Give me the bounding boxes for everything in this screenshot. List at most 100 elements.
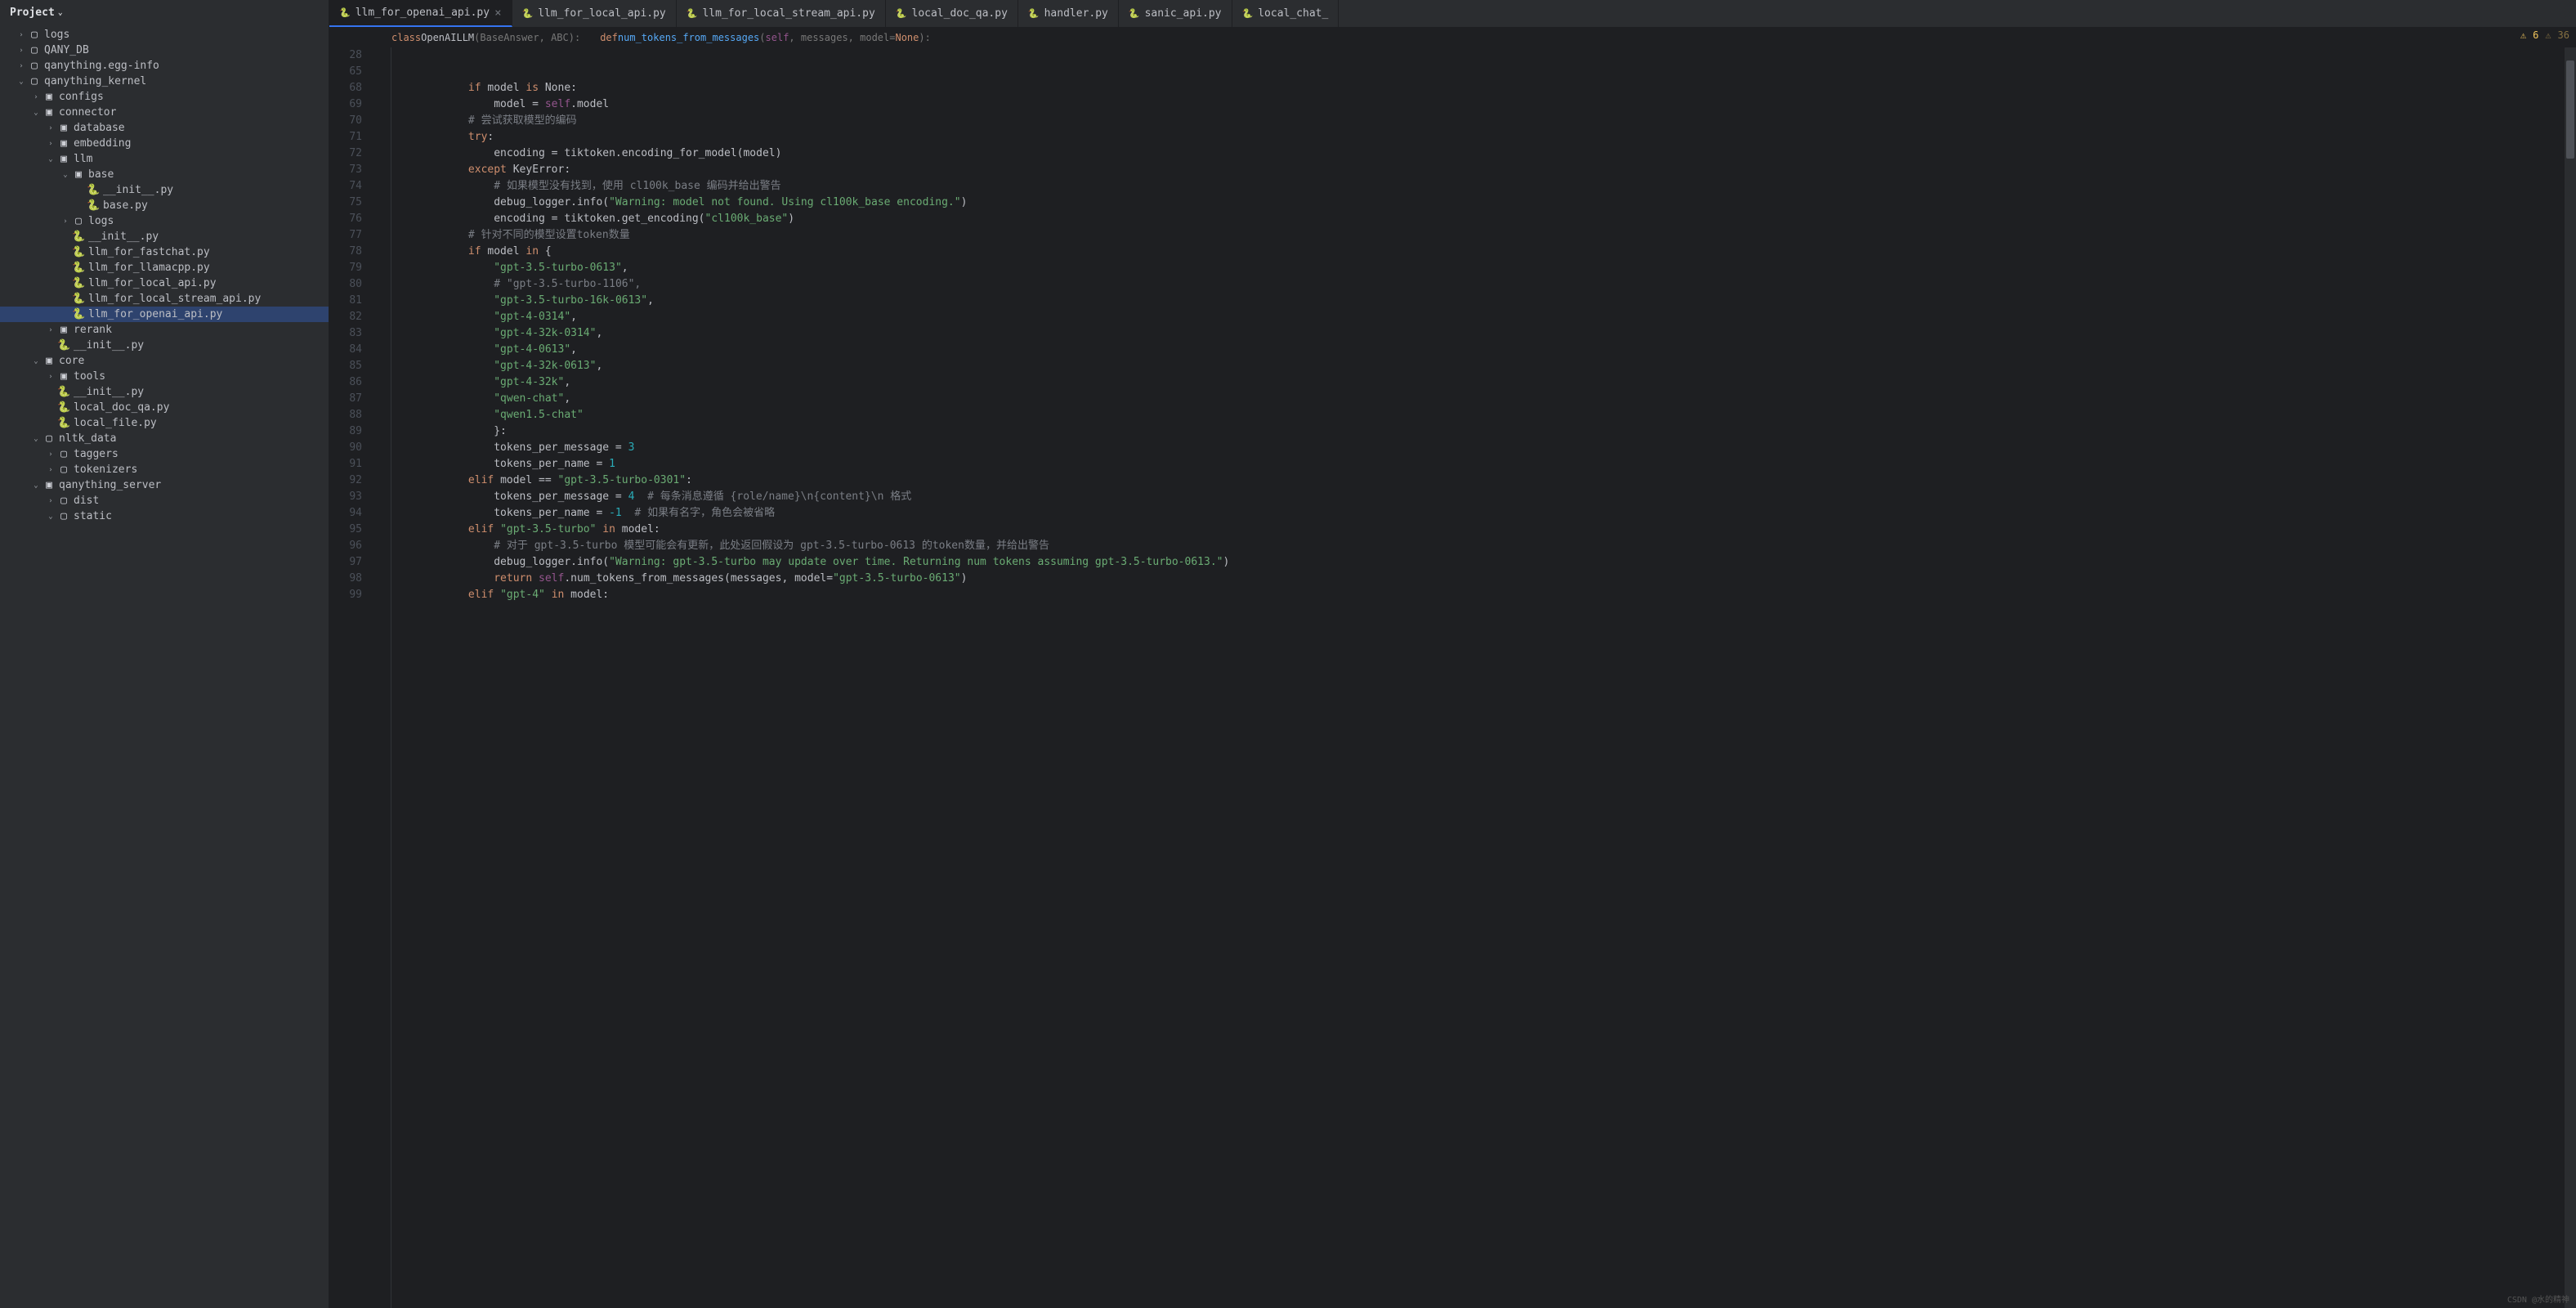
code-line[interactable]: # 针对不同的模型设置token数量 (391, 227, 2565, 244)
sidebar-header[interactable]: Project ⌄ (0, 0, 329, 25)
tab-llm_for_local_stream_api-py[interactable]: 🐍llm_for_local_stream_api.py (677, 0, 886, 27)
fold-column[interactable] (375, 28, 391, 1308)
tree-item-logs[interactable]: ›▢logs (0, 27, 329, 43)
code-line[interactable]: return self.num_tokens_from_messages(mes… (391, 571, 2565, 587)
tree-item-llm[interactable]: ⌄▣llm (0, 151, 329, 167)
tree-item-tools[interactable]: ›▣tools (0, 369, 329, 384)
code-line[interactable]: debug_logger.info("Warning: model not fo… (391, 195, 2565, 211)
tree-item-core[interactable]: ⌄▣core (0, 353, 329, 369)
chevron-down-icon[interactable]: ⌄ (29, 109, 42, 117)
code-line[interactable]: "qwen-chat", (391, 391, 2565, 407)
code-line[interactable]: "gpt-3.5-turbo-0613", (391, 260, 2565, 276)
code-line[interactable]: # 对于 gpt-3.5-turbo 模型可能会有更新，此处返回假设为 gpt-… (391, 538, 2565, 554)
code-line[interactable]: debug_logger.info("Warning: gpt-3.5-turb… (391, 554, 2565, 571)
close-icon[interactable]: × (494, 7, 501, 20)
tab-local_doc_qa-py[interactable]: 🐍local_doc_qa.py (886, 0, 1018, 27)
chevron-right-icon[interactable]: › (15, 62, 28, 70)
tree-item-llm_for_local_api-py[interactable]: 🐍llm_for_local_api.py (0, 275, 329, 291)
tree-item-llm_for_llamacpp-py[interactable]: 🐍llm_for_llamacpp.py (0, 260, 329, 275)
code-line[interactable]: model = self.model (391, 96, 2565, 113)
scrollbar-thumb[interactable] (2566, 60, 2574, 159)
code-line[interactable]: "gpt-4-32k-0314", (391, 325, 2565, 342)
tree-item-qanything_kernel[interactable]: ⌄▢qanything_kernel (0, 74, 329, 89)
code-line[interactable] (391, 64, 2565, 80)
code-line[interactable] (391, 47, 2565, 64)
chevron-down-icon[interactable]: ⌄ (15, 78, 28, 86)
tree-item-tokenizers[interactable]: ›▢tokenizers (0, 462, 329, 477)
chevron-down-icon[interactable]: ⌄ (44, 155, 57, 164)
tab-handler-py[interactable]: 🐍handler.py (1018, 0, 1119, 27)
code-line[interactable]: # 尝试获取模型的编码 (391, 113, 2565, 129)
tree-item-__init__-py[interactable]: 🐍__init__.py (0, 384, 329, 400)
chevron-down-icon[interactable]: ⌄ (29, 435, 42, 443)
tree-item-taggers[interactable]: ›▢taggers (0, 446, 329, 462)
code-line[interactable]: if model is None: (391, 80, 2565, 96)
chevron-right-icon[interactable]: › (44, 124, 57, 132)
tree-item-llm_for_openai_api-py[interactable]: 🐍llm_for_openai_api.py (0, 307, 329, 322)
tree-item-base-py[interactable]: 🐍base.py (0, 198, 329, 213)
tab-llm_for_local_api-py[interactable]: 🐍llm_for_local_api.py (512, 0, 677, 27)
tree-item-connector[interactable]: ⌄▣connector (0, 105, 329, 120)
code-line[interactable]: "gpt-4-0314", (391, 309, 2565, 325)
chevron-right-icon[interactable]: › (44, 326, 57, 334)
tree-item-__init__-py[interactable]: 🐍__init__.py (0, 182, 329, 198)
tree-item-nltk_data[interactable]: ⌄▢nltk_data (0, 431, 329, 446)
code-line[interactable]: # 如果模型没有找到，使用 cl100k_base 编码并给出警告 (391, 178, 2565, 195)
editor-tabs[interactable]: 🐍llm_for_openai_api.py×🐍llm_for_local_ap… (329, 0, 2576, 28)
code-line[interactable]: }: (391, 423, 2565, 440)
tree-item-dist[interactable]: ›▢dist (0, 493, 329, 508)
code-line[interactable]: "gpt-4-0613", (391, 342, 2565, 358)
chevron-right-icon[interactable]: › (44, 140, 57, 148)
code-line[interactable]: elif "gpt-3.5-turbo" in model: (391, 522, 2565, 538)
tree-item-base[interactable]: ⌄▣base (0, 167, 329, 182)
editor-scrollbar[interactable] (2565, 28, 2576, 1308)
tree-item-__init__-py[interactable]: 🐍__init__.py (0, 338, 329, 353)
chevron-right-icon[interactable]: › (29, 93, 42, 101)
chevron-down-icon[interactable]: ⌄ (29, 482, 42, 490)
tree-item-logs[interactable]: ›▢logs (0, 213, 329, 229)
code-line[interactable]: tokens_per_message = 4 # 每条消息遵循 {role/na… (391, 489, 2565, 505)
code-line[interactable]: elif model == "gpt-3.5-turbo-0301": (391, 473, 2565, 489)
chevron-right-icon[interactable]: › (59, 217, 72, 226)
code-line[interactable]: # "gpt-3.5-turbo-1106", (391, 276, 2565, 293)
chevron-right-icon[interactable]: › (15, 47, 28, 55)
tree-item-configs[interactable]: ›▣configs (0, 89, 329, 105)
chevron-down-icon[interactable]: ⌄ (29, 357, 42, 365)
tree-item-qanything_server[interactable]: ⌄▣qanything_server (0, 477, 329, 493)
chevron-right-icon[interactable]: › (44, 373, 57, 381)
code-line[interactable]: elif "gpt-4" in model: (391, 587, 2565, 603)
tab-llm_for_openai_api-py[interactable]: 🐍llm_for_openai_api.py× (329, 0, 512, 27)
tree-item-qanything-egg-info[interactable]: ›▢qanything.egg-info (0, 58, 329, 74)
code-line[interactable]: "gpt-3.5-turbo-16k-0613", (391, 293, 2565, 309)
code-line[interactable]: "gpt-4-32k-0613", (391, 358, 2565, 374)
code-line[interactable]: except KeyError: (391, 162, 2565, 178)
chevron-down-icon[interactable]: ⌄ (59, 171, 72, 179)
tree-item-llm_for_fastchat-py[interactable]: 🐍llm_for_fastchat.py (0, 244, 329, 260)
chevron-right-icon[interactable]: › (44, 450, 57, 459)
tree-item-llm_for_local_stream_api-py[interactable]: 🐍llm_for_local_stream_api.py (0, 291, 329, 307)
tree-item-__init__-py[interactable]: 🐍__init__.py (0, 229, 329, 244)
file-tree[interactable]: ›▢logs›▢QANY_DB›▢qanything.egg-info⌄▢qan… (0, 25, 329, 1308)
chevron-right-icon[interactable]: › (15, 31, 28, 39)
tab-sanic_api-py[interactable]: 🐍sanic_api.py (1119, 0, 1232, 27)
chevron-right-icon[interactable]: › (44, 466, 57, 474)
tree-item-local_doc_qa-py[interactable]: 🐍local_doc_qa.py (0, 400, 329, 415)
code-line[interactable]: try: (391, 129, 2565, 146)
chevron-down-icon[interactable]: ⌄ (44, 513, 57, 521)
inspection-status[interactable]: ⚠ 6 ⚠ 36 (2520, 29, 2569, 41)
tree-item-embedding[interactable]: ›▣embedding (0, 136, 329, 151)
tab-local_chat_[interactable]: 🐍local_chat_ (1232, 0, 1339, 27)
code-line[interactable]: tokens_per_name = -1 # 如果有名字，角色会被省略 (391, 505, 2565, 522)
tree-item-static[interactable]: ⌄▢static (0, 508, 329, 524)
code-line[interactable]: "qwen1.5-chat" (391, 407, 2565, 423)
tree-item-QANY_DB[interactable]: ›▢QANY_DB (0, 43, 329, 58)
code-line[interactable]: encoding = tiktoken.encoding_for_model(m… (391, 146, 2565, 162)
tree-item-local_file-py[interactable]: 🐍local_file.py (0, 415, 329, 431)
code-line[interactable]: encoding = tiktoken.get_encoding("cl100k… (391, 211, 2565, 227)
chevron-right-icon[interactable]: › (44, 497, 57, 505)
code-line[interactable]: "gpt-4-32k", (391, 374, 2565, 391)
code-line[interactable]: if model in { (391, 244, 2565, 260)
tree-item-database[interactable]: ›▣database (0, 120, 329, 136)
code-content[interactable]: if model is None: model = self.model # 尝… (391, 28, 2565, 1308)
tree-item-rerank[interactable]: ›▣rerank (0, 322, 329, 338)
